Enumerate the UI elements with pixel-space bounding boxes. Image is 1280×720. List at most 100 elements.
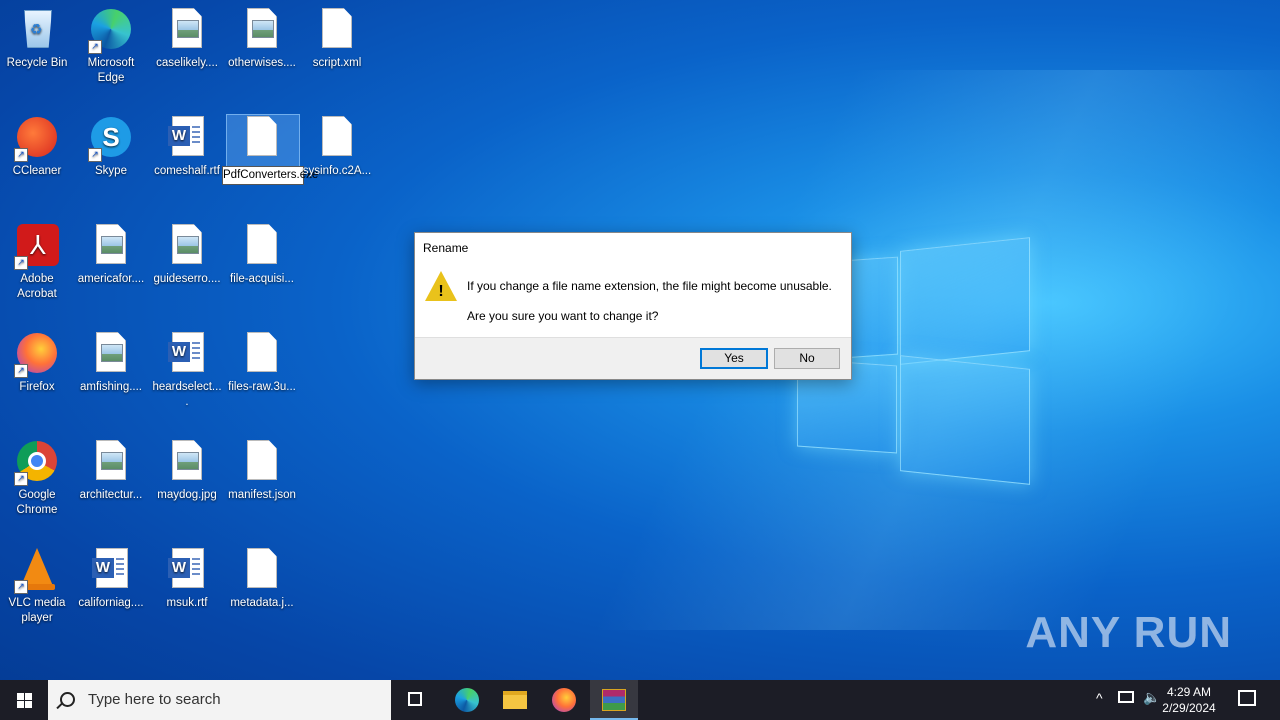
acrobat-icon: ⅄ ↗ xyxy=(14,222,60,270)
desktop-icon-label: Microsoft Edge xyxy=(87,57,135,84)
word-document-icon: W xyxy=(164,330,210,376)
desktop-icon-chrome[interactable]: ↗ Google Chrome xyxy=(0,432,74,518)
action-center-icon[interactable] xyxy=(1238,690,1256,706)
desktop-icon-vlc[interactable]: ↗ VLC media player xyxy=(0,540,74,626)
image-file-icon xyxy=(164,438,210,484)
ccleaner-icon: ↗ xyxy=(14,114,60,162)
start-button[interactable] xyxy=(0,680,48,720)
dialog-message: If you change a file name extension, the… xyxy=(467,279,832,293)
desktop-icon-label: file-acquisi... xyxy=(230,273,294,285)
taskbar-firefox-button[interactable] xyxy=(540,680,588,720)
windows-logo-icon xyxy=(17,693,24,700)
word-document-icon: W xyxy=(88,546,134,592)
desktop-icon-file[interactable]: script.xml xyxy=(300,0,374,71)
clock-time: 4:29 AM xyxy=(1166,685,1212,699)
warning-icon-mark: ! xyxy=(438,283,444,300)
dialog-footer: Yes No xyxy=(415,337,851,379)
vlc-icon: ↗ xyxy=(14,546,60,594)
desktop-icon-label: script.xml xyxy=(312,57,362,69)
desktop-icon-file[interactable]: guideserro.... xyxy=(150,216,224,287)
desktop-icon-file[interactable]: amfishing.... xyxy=(74,324,148,395)
blank-file-icon xyxy=(239,114,285,160)
image-file-icon xyxy=(88,222,134,268)
desktop-icon-edge[interactable]: ↗ Microsoft Edge xyxy=(74,0,148,86)
taskbar-search-box[interactable]: Type here to search xyxy=(48,680,391,720)
dialog-question: Are you sure you want to change it? xyxy=(467,309,659,323)
desktop-icon-label: Google Chrome xyxy=(16,489,58,516)
desktop-icon-label: msuk.rtf xyxy=(166,597,208,609)
firefox-icon xyxy=(552,688,576,712)
windows-logo-pane xyxy=(900,237,1030,365)
edge-icon xyxy=(455,688,479,712)
network-icon[interactable] xyxy=(1118,691,1134,703)
desktop-icon-file[interactable]: maydog.jpg xyxy=(150,432,224,503)
clock[interactable]: 4:29 AM 2/29/2024 xyxy=(1154,684,1224,716)
taskbar-file-explorer-button[interactable] xyxy=(491,680,539,720)
desktop-icon-file[interactable]: caselikely.... xyxy=(150,0,224,71)
task-view-button[interactable] xyxy=(392,680,440,720)
search-placeholder: Type here to search xyxy=(88,691,221,708)
rename-dialog: Rename ! If you change a file name exten… xyxy=(414,232,852,380)
rename-input[interactable]: PdfConverters.exe xyxy=(222,166,318,185)
desktop-icon-file[interactable]: americafor.... xyxy=(74,216,148,287)
desktop-icon-file[interactable]: W comeshalf.rtf xyxy=(150,108,224,179)
desktop-icon-file[interactable]: metadata.j... xyxy=(225,540,299,611)
desktop-icon-label: comeshalf.rtf xyxy=(154,165,220,177)
desktop-icon-firefox[interactable]: ↗ Firefox xyxy=(0,324,74,395)
desktop-icon-label: Skype xyxy=(95,165,127,177)
desktop-icon-file[interactable]: manifest.json xyxy=(225,432,299,503)
blank-file-icon xyxy=(239,222,285,268)
desktop-icon-acrobat[interactable]: ⅄ ↗ Adobe Acrobat xyxy=(0,216,74,302)
search-icon xyxy=(60,692,75,707)
firefox-icon: ↗ xyxy=(14,330,60,378)
desktop-icon-file[interactable]: W californiag.... xyxy=(74,540,148,611)
dialog-title: Rename xyxy=(423,241,469,255)
desktop-icon-label: guideserro.... xyxy=(153,273,221,285)
desktop-icon-label: americafor.... xyxy=(77,273,145,285)
desktop-icon-label: amfishing.... xyxy=(80,381,142,393)
desktop-icon-label: files-raw.3u... xyxy=(228,381,296,393)
yes-button[interactable]: Yes xyxy=(700,348,768,369)
desktop-icon-file[interactable]: otherwises.... xyxy=(225,0,299,71)
task-view-icon xyxy=(408,692,422,706)
word-document-icon: W xyxy=(164,546,210,592)
desktop-icon-file[interactable]: file-acquisi... xyxy=(225,216,299,287)
blank-file-icon xyxy=(239,438,285,484)
desktop-icon-label: caselikely.... xyxy=(156,57,218,69)
anyrun-watermark: ANY RUN xyxy=(1025,608,1232,657)
desktop-icon-file[interactable]: sysinfo.c2A... xyxy=(300,108,374,179)
desktop-icon-label: heardselect.... xyxy=(152,381,222,408)
desktop-icon-ccleaner[interactable]: ↗ CCleaner xyxy=(0,108,74,179)
show-hidden-icons-button[interactable]: ^ xyxy=(1096,690,1103,706)
desktop-icon-file[interactable]: W msuk.rtf xyxy=(150,540,224,611)
image-file-icon xyxy=(239,6,285,52)
image-file-icon xyxy=(88,438,134,484)
taskbar: Type here to search ^ 🔈 4:29 AM 2/29/202… xyxy=(0,680,1280,720)
no-button[interactable]: No xyxy=(774,348,840,369)
desktop-icon-file[interactable]: architectur... xyxy=(74,432,148,503)
desktop-icon-label: otherwises.... xyxy=(228,57,296,69)
blank-file-icon xyxy=(314,6,360,52)
image-file-icon xyxy=(88,330,134,376)
blank-file-icon xyxy=(314,114,360,160)
desktop-icon-label: sysinfo.c2A... xyxy=(302,165,372,177)
desktop-icon-label: Firefox xyxy=(19,381,55,393)
desktop-icon-file-selected[interactable] xyxy=(225,108,299,164)
recycle-bin-icon: ♻ xyxy=(14,6,60,52)
edge-icon: ↗ xyxy=(88,6,134,54)
desktop-icon-file[interactable]: W heardselect.... xyxy=(150,324,224,410)
winrar-icon xyxy=(602,689,626,711)
desktop-icon-recycle-bin[interactable]: ♻ Recycle Bin xyxy=(0,0,74,71)
taskbar-winrar-button[interactable] xyxy=(590,680,638,720)
desktop-icon-file[interactable]: files-raw.3u... xyxy=(225,324,299,395)
desktop-icon-label: maydog.jpg xyxy=(157,489,217,501)
taskbar-edge-button[interactable] xyxy=(443,680,491,720)
image-file-icon xyxy=(164,6,210,52)
chrome-icon: ↗ xyxy=(14,438,60,486)
clock-date: 2/29/2024 xyxy=(1162,701,1216,715)
desktop-icon-label: Recycle Bin xyxy=(6,57,68,69)
desktop-icon-skype[interactable]: S ↗ Skype xyxy=(74,108,148,179)
desktop-icon-label: californiag.... xyxy=(78,597,144,609)
desktop-icon-label: CCleaner xyxy=(12,165,62,177)
image-file-icon xyxy=(164,222,210,268)
